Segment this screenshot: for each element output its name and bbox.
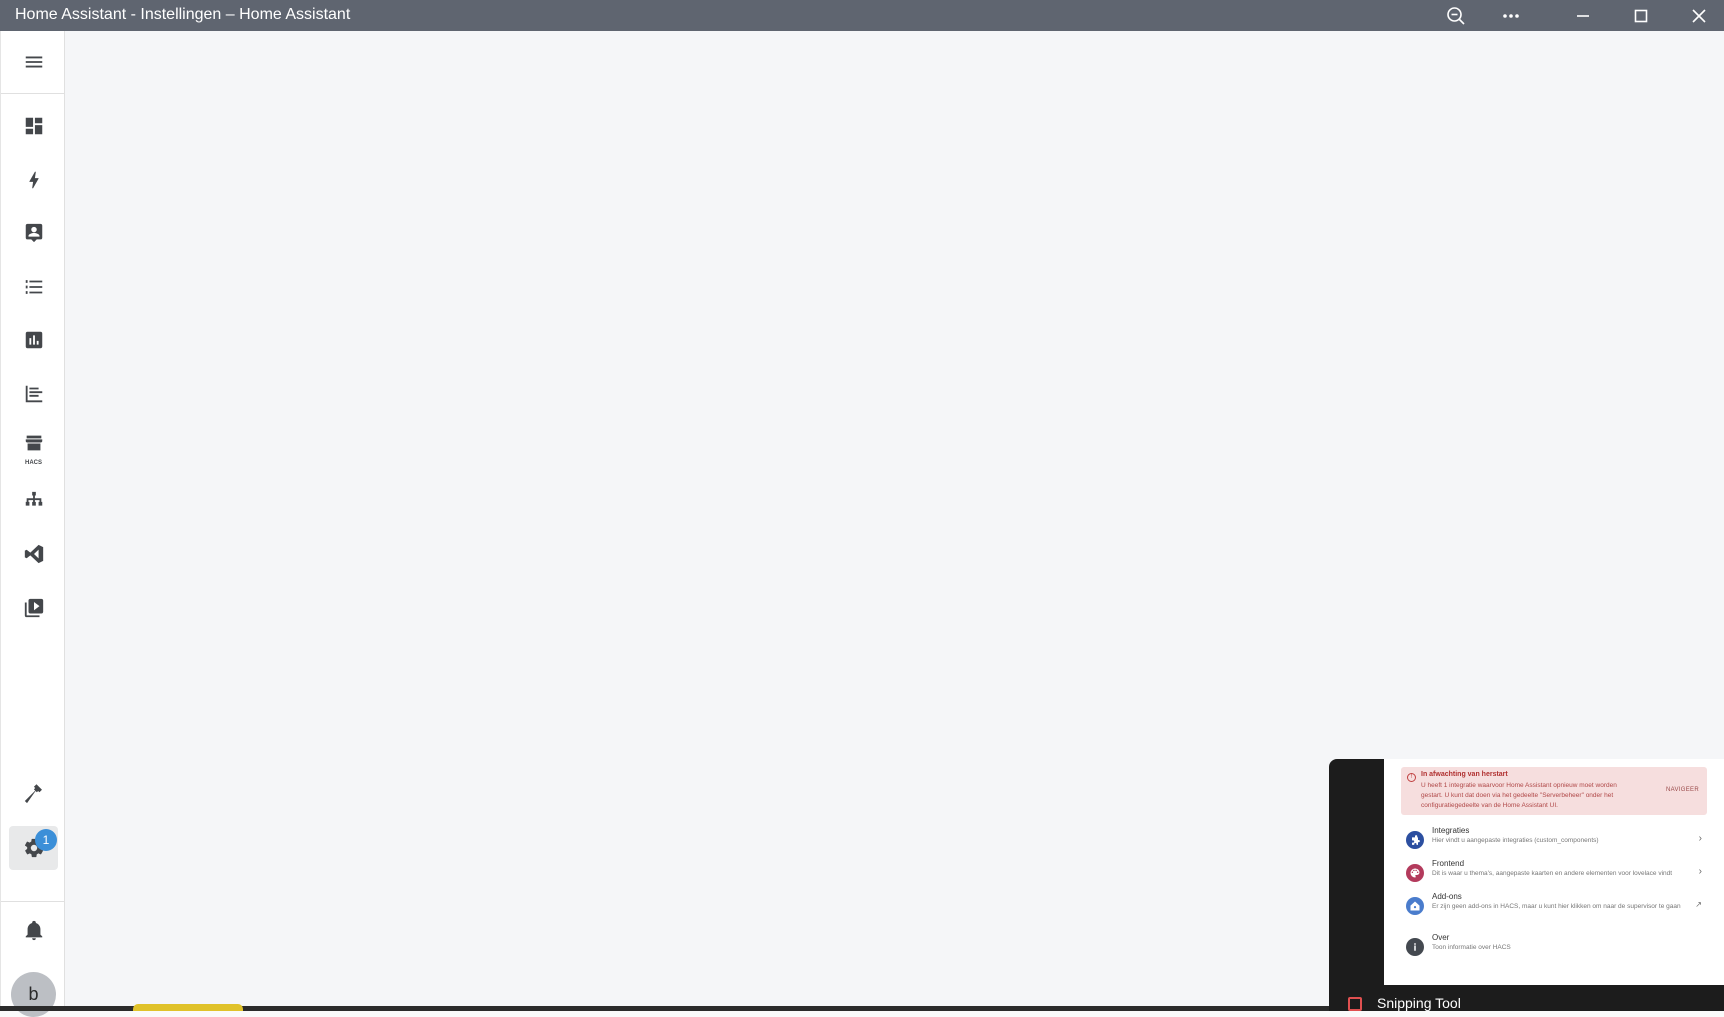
list-item-frontend[interactable]: Frontend Dit is waar u thema's, aangepas… [1406,857,1706,889]
zoom-out-button[interactable] [1433,0,1479,31]
minimize-icon [1577,14,1589,17]
sidebar-item-vscode[interactable] [9,532,58,576]
sidebar-item-history-graph[interactable] [9,372,58,416]
snip-content: ! In afwachting van herstart U heeft 1 i… [1384,759,1724,985]
vscode-icon [24,544,43,564]
hacs-icon [25,435,42,451]
alert-body: U heeft 1 integratie waarvoor Home Assis… [1421,782,1617,809]
network-icon [25,491,42,506]
snipping-tool-icon [1348,997,1362,1011]
list-item-subtitle: Toon informatie over HACS [1432,944,1511,951]
chevron-right-icon: › [1698,833,1702,844]
snipping-tool-preview[interactable]: ! In afwachting van herstart U heeft 1 i… [1329,759,1724,1011]
close-icon [1692,8,1706,23]
list-item-title: Frontend [1432,859,1465,868]
taskbar-active-item[interactable] [133,1004,243,1011]
alert-title: In afwachting van herstart [1421,771,1508,778]
list-item-title: Over [1432,933,1450,942]
settings-badge: 1 [35,829,57,851]
restart-alert: ! In afwachting van herstart U heeft 1 i… [1401,767,1707,815]
sidebar-item-notifications[interactable] [9,908,58,952]
alert-navigate-button[interactable]: NAVIGEER [1666,787,1699,793]
puzzle-icon [1406,831,1424,849]
history-graph-icon [25,385,42,403]
menu-icon [25,56,42,68]
sidebar-menu-toggle[interactable] [9,40,58,84]
media-icon [24,598,43,618]
hacs-label: HACS [24,460,42,466]
minimize-button[interactable] [1560,0,1606,31]
info-icon [1406,938,1424,956]
sidebar-item-map[interactable] [9,211,58,255]
notifications-icon [25,920,42,941]
maximize-button[interactable] [1618,0,1664,31]
sidebar-item-history[interactable] [9,318,58,362]
sidebar-item-overview[interactable] [9,104,58,148]
sidebar-item-developer-tools[interactable] [9,772,58,816]
sidebar-item-logbook[interactable] [9,265,58,309]
logbook-icon [25,280,42,294]
snipping-tool-label: Snipping Tool [1377,995,1461,1011]
list-item-title: Add-ons [1432,892,1462,901]
close-button[interactable] [1676,0,1722,31]
sidebar-item-settings[interactable]: 1 [9,826,58,870]
sidebar-item-media[interactable] [9,586,58,630]
list-item-subtitle: Hier vindt u aangepaste integraties (cus… [1432,837,1599,844]
zoom-out-icon [1447,6,1465,25]
maximize-icon [1634,9,1648,22]
chevron-right-icon: › [1698,866,1702,877]
developer-tools-icon [24,784,42,804]
sidebar-item-network[interactable] [9,479,58,523]
alert-icon: ! [1407,773,1416,782]
open-external-icon: ↗ [1695,900,1702,909]
home-assistant-icon [1406,897,1424,915]
sidebar-item-hacs[interactable]: HACS [9,425,58,469]
list-item-subtitle: Er zijn geen add-ons in HACS, maar u kun… [1432,903,1681,910]
list-item-subtitle: Dit is waar u thema's, aangepaste kaarte… [1432,870,1673,877]
more-options-button[interactable] [1488,0,1534,31]
window-titlebar: Home Assistant - Instellingen – Home Ass… [0,0,1724,31]
list-item-integraties[interactable]: Integraties Hier vindt u aangepaste inte… [1406,824,1706,856]
list-item-title: Integraties [1432,826,1470,835]
overview-icon [25,117,42,135]
history-icon [25,331,42,349]
window-title: Home Assistant - Instellingen – Home Ass… [15,6,351,23]
palette-icon [1406,864,1424,882]
sidebar: HACS 1 b [0,31,65,1017]
list-item-over[interactable]: Over Toon informatie over HACS [1406,931,1706,963]
energy-icon [28,171,39,189]
map-icon [25,223,42,243]
more-horizontal-icon [1503,13,1519,18]
sidebar-item-energy[interactable] [9,158,58,202]
list-item-add-ons[interactable]: Add-ons Er zijn geen add-ons in HACS, ma… [1406,890,1706,922]
